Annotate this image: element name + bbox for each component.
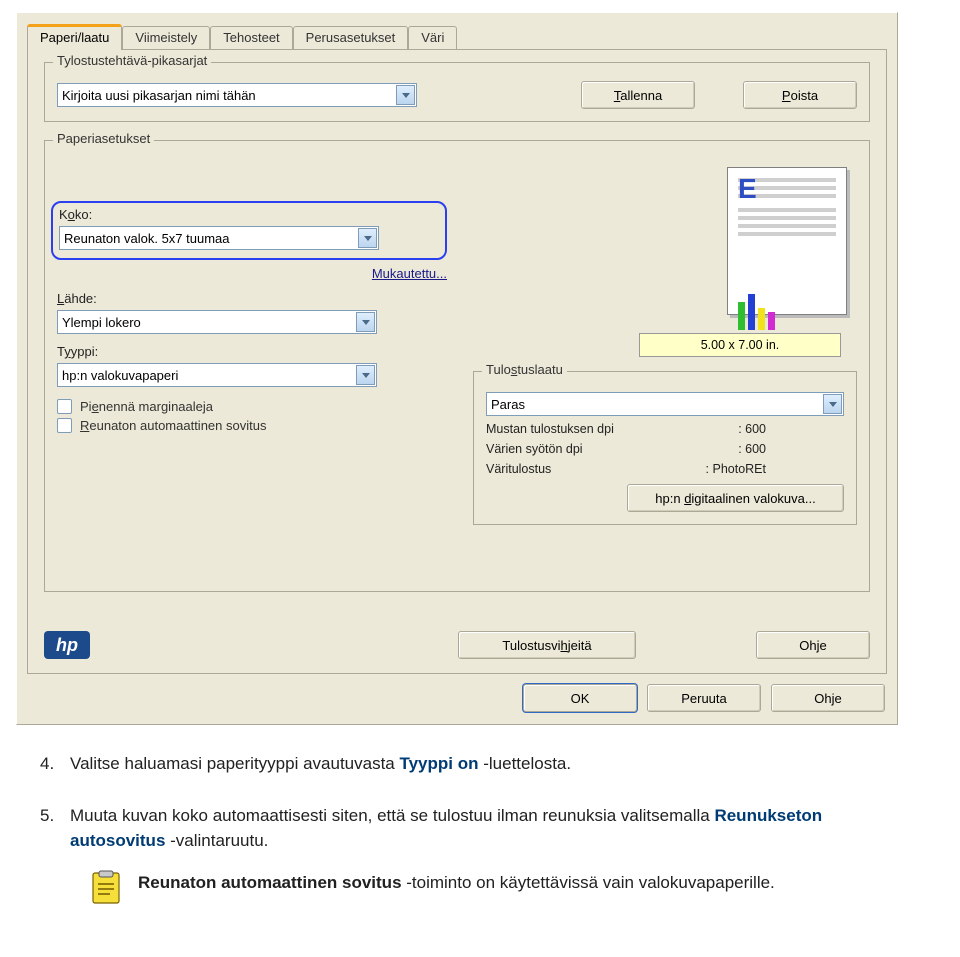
tab-strip: Paperi/laatu Viimeistely Tehosteet Perus…	[17, 13, 897, 49]
minimize-margins-checkbox[interactable]: Pienennä marginaaleja	[57, 399, 447, 414]
chevron-down-icon	[356, 312, 375, 332]
tab-basics[interactable]: Perusasetukset	[293, 26, 409, 49]
chevron-down-icon	[358, 228, 377, 248]
chevron-down-icon	[823, 394, 842, 414]
ok-button[interactable]: OK	[523, 684, 637, 712]
dialog-footer: OK Peruuta Ohje	[17, 674, 897, 724]
borderless-autofit-checkbox[interactable]: Reunaton automaattinen sovitus	[57, 418, 447, 433]
cb-label: Reunaton automaattinen sovitus	[80, 418, 266, 433]
note-clipboard-icon	[88, 870, 124, 914]
group-quality-wrapper: Tulostuslaatu Paras Mustan tulostuksen d…	[473, 371, 857, 543]
custom-size-link[interactable]: Mukautettu...	[372, 266, 447, 281]
cancel-button[interactable]: Peruuta	[647, 684, 761, 712]
type-value: hp:n valokuvapaperi	[62, 368, 178, 383]
note: Reunaton automaattinen sovitus -toiminto…	[88, 870, 848, 914]
quality-value: Paras	[491, 397, 525, 412]
delete-button[interactable]: Poista	[743, 81, 857, 109]
tab-panel-paper-quality: Tylostustehtävä-pikasarjat Kirjoita uusi…	[27, 49, 887, 674]
legend-quality: Tulostuslaatu	[482, 362, 567, 377]
cb-label: Pienennä marginaaleja	[80, 399, 213, 414]
legend-quicksets: Tylostustehtävä-pikasarjat	[53, 53, 211, 68]
chevron-down-icon	[356, 365, 375, 385]
save-button[interactable]: Tallenna	[581, 81, 695, 109]
tab-finishing[interactable]: Viimeistely	[122, 26, 210, 49]
source-value: Ylempi lokero	[62, 315, 141, 330]
tab-paper-quality[interactable]: Paperi/laatu	[27, 24, 122, 50]
properties-dialog: Paperi/laatu Viimeistely Tehosteet Perus…	[16, 12, 898, 725]
source-label: Lähde:	[57, 291, 447, 306]
hp-digital-photo-button[interactable]: hp:n digitaalinen valokuva...	[627, 484, 844, 512]
type-label: Tyyppi:	[57, 344, 447, 359]
tab-help-button[interactable]: Ohje	[756, 631, 870, 659]
quickset-combo[interactable]: Kirjoita uusi pikasarjan nimi tähän	[57, 83, 417, 107]
preview-chart-icon	[738, 294, 836, 330]
paper-dimensions: 5.00 x 7.00 in.	[639, 333, 841, 357]
size-label: Koko:	[59, 207, 439, 222]
tab-color[interactable]: Väri	[408, 26, 457, 49]
tab-footer: hp Tulostusvihjeitä Ohje	[44, 631, 870, 659]
size-combo[interactable]: Reunaton valok. 5x7 tuumaa	[59, 226, 379, 250]
group-quicksets: Tylostustehtävä-pikasarjat Kirjoita uusi…	[44, 62, 870, 122]
legend-paper: Paperiasetukset	[53, 131, 154, 146]
checkbox-icon	[57, 399, 72, 414]
tab-effects[interactable]: Tehosteet	[210, 26, 292, 49]
help-button[interactable]: Ohje	[771, 684, 885, 712]
quickset-value: Kirjoita uusi pikasarjan nimi tähän	[62, 88, 256, 103]
group-quality: Tulostuslaatu Paras Mustan tulostuksen d…	[473, 371, 857, 525]
type-combo[interactable]: hp:n valokuvapaperi	[57, 363, 377, 387]
group-paper-settings: Paperiasetukset Koko: Reunaton valok. 5x…	[44, 140, 870, 592]
print-tips-button[interactable]: Tulostusvihjeitä	[458, 631, 636, 659]
page-preview: E	[727, 167, 847, 315]
step-5: 5. Muuta kuvan koko automaattisesti site…	[40, 803, 860, 854]
quality-combo[interactable]: Paras	[486, 392, 844, 416]
size-highlight: Koko: Reunaton valok. 5x7 tuumaa	[51, 201, 447, 260]
source-combo[interactable]: Ylempi lokero	[57, 310, 377, 334]
checkbox-icon	[57, 418, 72, 433]
hp-logo: hp	[44, 631, 90, 659]
size-value: Reunaton valok. 5x7 tuumaa	[64, 231, 230, 246]
step-4: 4. Valitse haluamasi paperityyppi avautu…	[40, 751, 860, 777]
chevron-down-icon	[396, 85, 415, 105]
